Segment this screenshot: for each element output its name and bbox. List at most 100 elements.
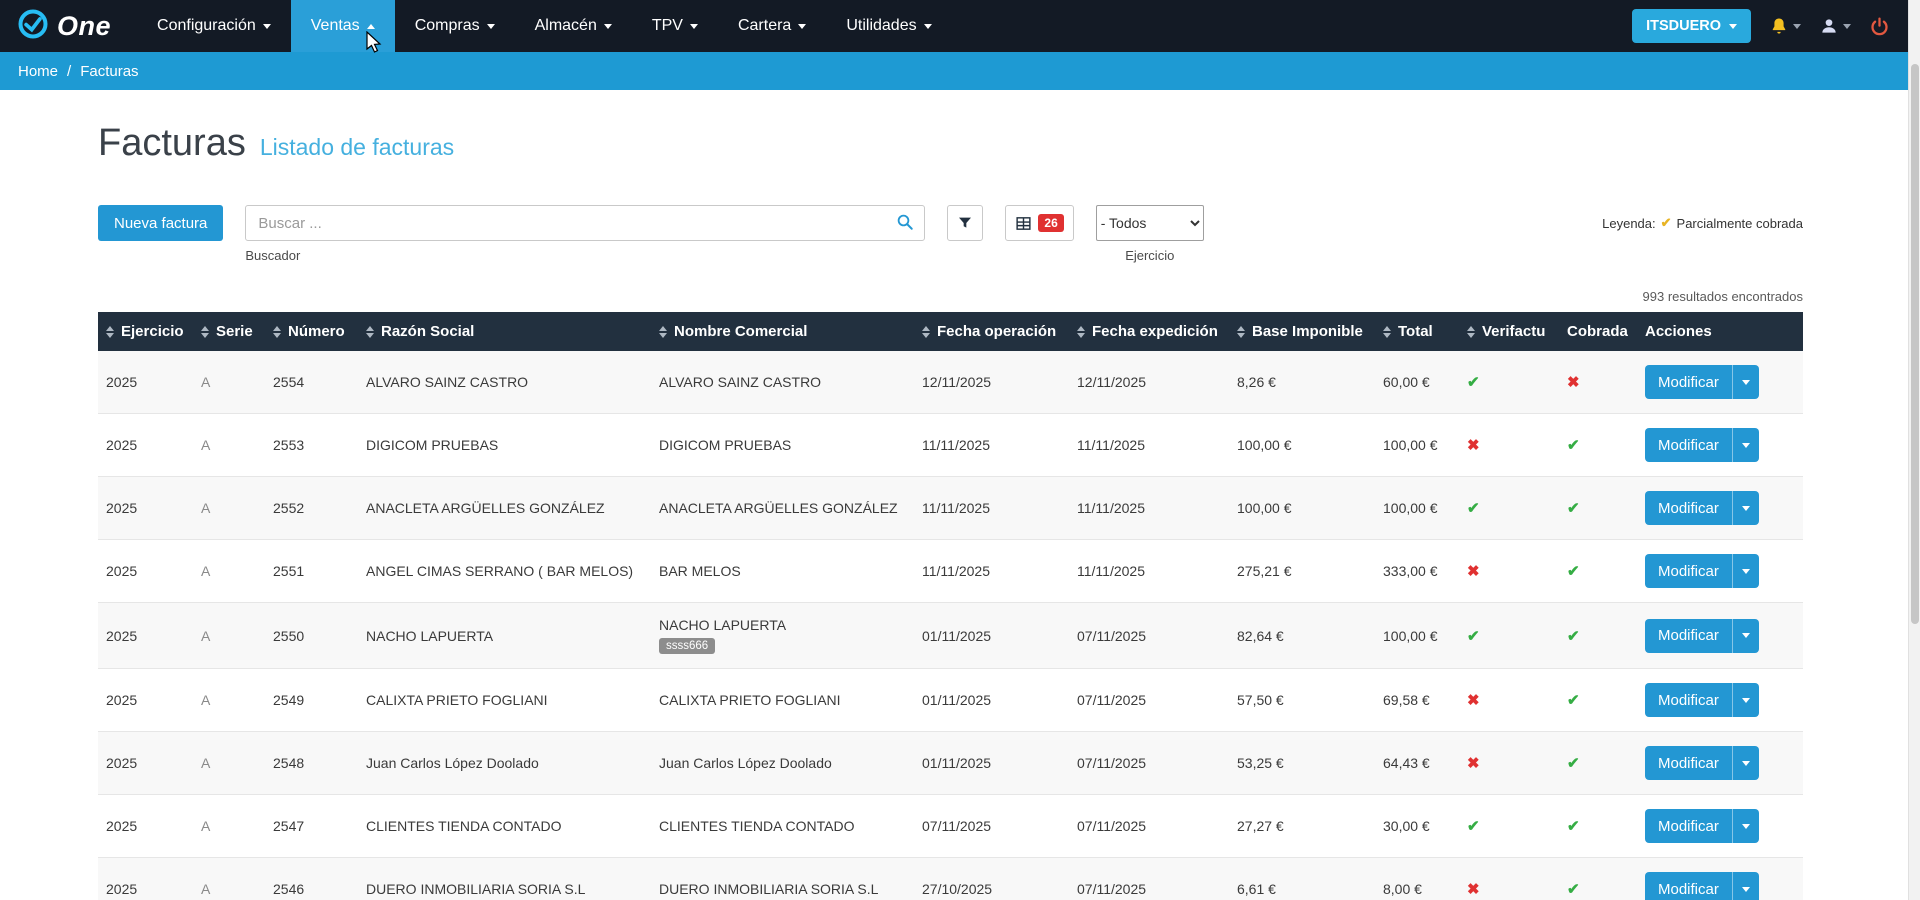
- check-icon: ✔: [1567, 437, 1580, 454]
- cell-base-imponible: 100,00 €: [1229, 413, 1375, 477]
- cell-verifactu: ✖: [1459, 539, 1559, 603]
- cell-fecha-expedicion: 11/11/2025: [1069, 476, 1229, 540]
- modify-button[interactable]: Modificar: [1645, 365, 1759, 399]
- saved-filters-button[interactable]: 26: [1005, 205, 1074, 241]
- app-logo[interactable]: One: [0, 0, 137, 52]
- cell-total: 64,43 €: [1375, 731, 1459, 795]
- modify-button[interactable]: Modificar: [1645, 428, 1759, 462]
- cross-icon: ✖: [1467, 692, 1480, 709]
- modify-dropdown-toggle[interactable]: [1733, 554, 1759, 588]
- filter-count-badge: 26: [1038, 214, 1064, 232]
- column-header-ejercicio[interactable]: Ejercicio: [98, 312, 193, 351]
- menu-item-label: Almacén: [534, 17, 597, 34]
- modify-dropdown-toggle[interactable]: [1733, 491, 1759, 525]
- user-dropdown[interactable]: [1819, 16, 1851, 36]
- power-icon: [1871, 16, 1888, 35]
- filter-button[interactable]: [947, 205, 984, 241]
- column-header-razon-social[interactable]: Razón Social: [358, 312, 651, 351]
- cell-cobrada: ✔: [1559, 794, 1637, 858]
- check-icon: ✔: [1467, 818, 1480, 835]
- cell-total: 100,00 €: [1375, 413, 1459, 477]
- search-input[interactable]: [245, 205, 926, 241]
- column-header-fecha-operacion[interactable]: Fecha operación: [914, 312, 1069, 351]
- cell-verifactu: ✖: [1459, 413, 1559, 477]
- menu-item-cartera[interactable]: Cartera: [718, 0, 826, 52]
- cell-serie: A: [193, 351, 265, 414]
- modify-button[interactable]: Modificar: [1645, 872, 1759, 900]
- company-dropdown[interactable]: ITSDUERO: [1632, 9, 1751, 43]
- commercial-name: CLIENTES TIENDA CONTADO: [659, 818, 855, 834]
- cell-nombre-comercial: DUERO INMOBILIARIA SORIA S.L: [651, 857, 914, 900]
- menu-item-configuracion[interactable]: Configuración: [137, 0, 291, 52]
- commercial-badge: ssss666: [659, 638, 716, 654]
- modify-button[interactable]: Modificar: [1645, 683, 1759, 717]
- cell-cobrada: ✔: [1559, 413, 1637, 477]
- commercial-name: DIGICOM PRUEBAS: [659, 437, 792, 453]
- search-icon: [898, 214, 914, 230]
- column-header-fecha-expedicion[interactable]: Fecha expedición: [1069, 312, 1229, 351]
- modify-dropdown-toggle[interactable]: [1733, 872, 1759, 900]
- bell-icon: [1772, 18, 1786, 34]
- column-header-nombre-comercial[interactable]: Nombre Comercial: [651, 312, 914, 351]
- cell-ejercicio: 2025: [98, 857, 193, 900]
- invoice-table-body: 2025 A 2554 ALVARO SAINZ CASTRO ALVARO SAINZ…: [98, 351, 1803, 900]
- chevron-down-icon: [1741, 823, 1750, 829]
- cell-serie: A: [193, 794, 265, 858]
- table-row: 2025 A 2549 CALIXTA PRIETO FOGLIANI CALIXTA …: [98, 668, 1803, 732]
- cell-cobrada: ✔: [1559, 731, 1637, 795]
- menu-item-almacen[interactable]: Almacén: [515, 0, 632, 52]
- modify-button[interactable]: Modificar: [1645, 746, 1759, 780]
- sort-icon: [106, 326, 114, 339]
- table-row: 2025 A 2548 Juan Carlos López Doolado Juan C…: [98, 731, 1803, 795]
- cell-verifactu: ✔: [1459, 794, 1559, 858]
- column-header-numero[interactable]: Número: [265, 312, 358, 351]
- grid-icon: [1016, 216, 1031, 230]
- modify-dropdown-toggle[interactable]: [1733, 809, 1759, 843]
- modify-button[interactable]: Modificar: [1645, 809, 1759, 843]
- search-button[interactable]: [889, 209, 921, 237]
- cell-verifactu: ✔: [1459, 476, 1559, 540]
- cell-base-imponible: 57,50 €: [1229, 668, 1375, 732]
- chevron-down-icon: [1741, 379, 1750, 385]
- modify-button-label: Modificar: [1645, 491, 1733, 525]
- column-header-serie[interactable]: Serie: [193, 312, 265, 351]
- cell-fecha-expedicion: 07/11/2025: [1069, 857, 1229, 900]
- notifications-dropdown[interactable]: [1769, 16, 1801, 36]
- cell-acciones: Modificar: [1637, 857, 1803, 900]
- modify-dropdown-toggle[interactable]: [1733, 428, 1759, 462]
- cell-fecha-operacion: 11/11/2025: [914, 476, 1069, 540]
- new-invoice-button[interactable]: Nueva factura: [98, 205, 224, 241]
- commercial-name: DUERO INMOBILIARIA SORIA S.L: [659, 881, 879, 897]
- modify-dropdown-toggle[interactable]: [1733, 683, 1759, 717]
- column-header-verifactu[interactable]: Verifactu: [1459, 312, 1559, 351]
- modify-dropdown-toggle[interactable]: [1733, 365, 1759, 399]
- scrollbar-thumb[interactable]: [1911, 64, 1919, 624]
- search-label: Buscador: [245, 248, 301, 263]
- column-header-base-imponible[interactable]: Base Imponible: [1229, 312, 1375, 351]
- cell-numero: 2552: [265, 476, 358, 540]
- modify-button[interactable]: Modificar: [1645, 491, 1759, 525]
- menu-item-tpv[interactable]: TPV: [632, 0, 718, 52]
- column-header-total[interactable]: Total: [1375, 312, 1459, 351]
- column-header-cobrada: Cobrada: [1559, 312, 1637, 351]
- company-name: ITSDUERO: [1646, 18, 1721, 34]
- cell-ejercicio: 2025: [98, 668, 193, 732]
- cell-nombre-comercial: ALVARO SAINZ CASTRO: [651, 351, 914, 414]
- breadcrumb-home[interactable]: Home: [18, 63, 58, 80]
- breadcrumb-current[interactable]: Facturas: [80, 63, 138, 80]
- cell-razon-social: DIGICOM PRUEBAS: [358, 413, 651, 477]
- modify-button[interactable]: Modificar: [1645, 618, 1759, 653]
- scrollbar-track[interactable]: [1908, 0, 1920, 900]
- modify-dropdown-toggle[interactable]: [1733, 619, 1759, 653]
- menu-item-ventas[interactable]: Ventas: [290, 0, 395, 52]
- modify-dropdown-toggle[interactable]: [1733, 746, 1759, 780]
- menu-item-utilidades[interactable]: Utilidades: [826, 0, 951, 52]
- chevron-down-icon: [1843, 23, 1851, 29]
- menu-item-compras[interactable]: Compras: [395, 0, 515, 52]
- sort-icon: [201, 326, 209, 339]
- cell-razon-social: ANACLETA ARGÜELLES GONZÁLEZ: [358, 476, 651, 540]
- exercise-select[interactable]: - Todos: [1095, 205, 1204, 241]
- logout-button[interactable]: [1869, 16, 1890, 37]
- cell-numero: 2546: [265, 857, 358, 900]
- modify-button[interactable]: Modificar: [1645, 554, 1759, 588]
